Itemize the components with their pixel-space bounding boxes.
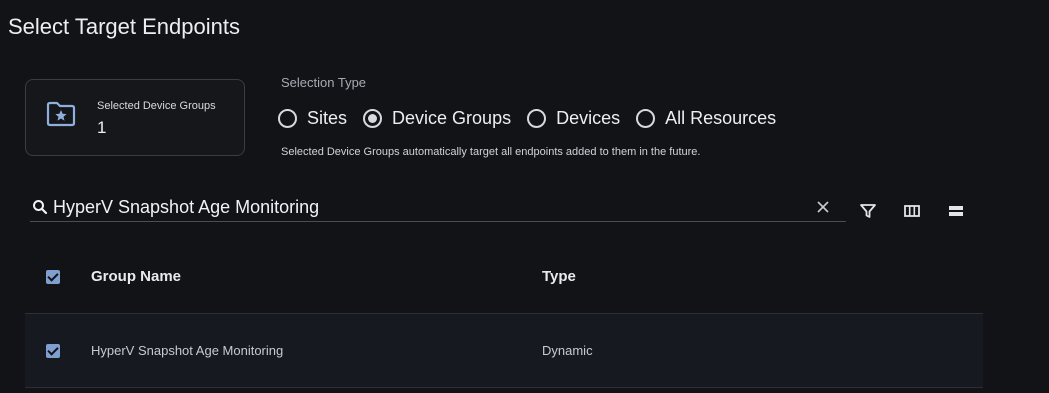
radio-devices-label: Devices [556,108,621,128]
selected-summary-card: Selected Device Groups 1 [25,79,245,156]
select-all-checkbox[interactable] [46,269,60,284]
column-header-type[interactable]: Type [542,268,576,285]
device-groups-table: Group Name Type HyperV Snapshot Age Moni… [25,240,983,388]
radio-all-resources-label: All Resources [665,108,777,128]
radio-devices-circle[interactable] [527,109,547,128]
radio-device-groups-circle[interactable] [363,109,383,128]
selection-type-radio-group: Sites Device Groups Devices All Resource… [278,108,792,129]
row-checkbox[interactable] [46,343,60,358]
page-title: Select Target Endpoints [8,14,240,39]
folder-star-icon [46,101,76,127]
summary-count: 1 [97,118,107,137]
radio-sites-label: Sites [307,108,348,128]
radio-device-groups[interactable]: Device Groups [363,108,511,129]
table-header: Group Name Type [25,240,983,314]
column-header-group-name[interactable]: Group Name [91,268,181,285]
density-icon[interactable] [947,202,965,220]
row-group-name: HyperV Snapshot Age Monitoring [91,343,284,358]
row-type: Dynamic [542,343,593,358]
radio-device-groups-label: Device Groups [392,108,512,128]
radio-sites[interactable]: Sites [278,108,347,129]
search-value[interactable]: HyperV Snapshot Age Monitoring [53,197,816,218]
summary-label: Selected Device Groups [97,100,216,112]
table-row[interactable]: HyperV Snapshot Age Monitoring Dynamic [25,314,983,388]
close-icon[interactable] [816,200,830,214]
search-icon [33,200,48,215]
selection-helper-text: Selected Device Groups automatically tar… [281,146,701,158]
radio-all-resources-circle[interactable] [636,109,656,128]
radio-all-resources[interactable]: All Resources [636,108,776,129]
selection-type-label: Selection Type [281,75,367,90]
search-input[interactable]: HyperV Snapshot Age Monitoring [30,193,846,222]
radio-sites-circle[interactable] [278,109,297,128]
columns-icon[interactable] [903,202,921,220]
filter-icon[interactable] [859,202,877,220]
radio-devices[interactable]: Devices [527,108,620,129]
